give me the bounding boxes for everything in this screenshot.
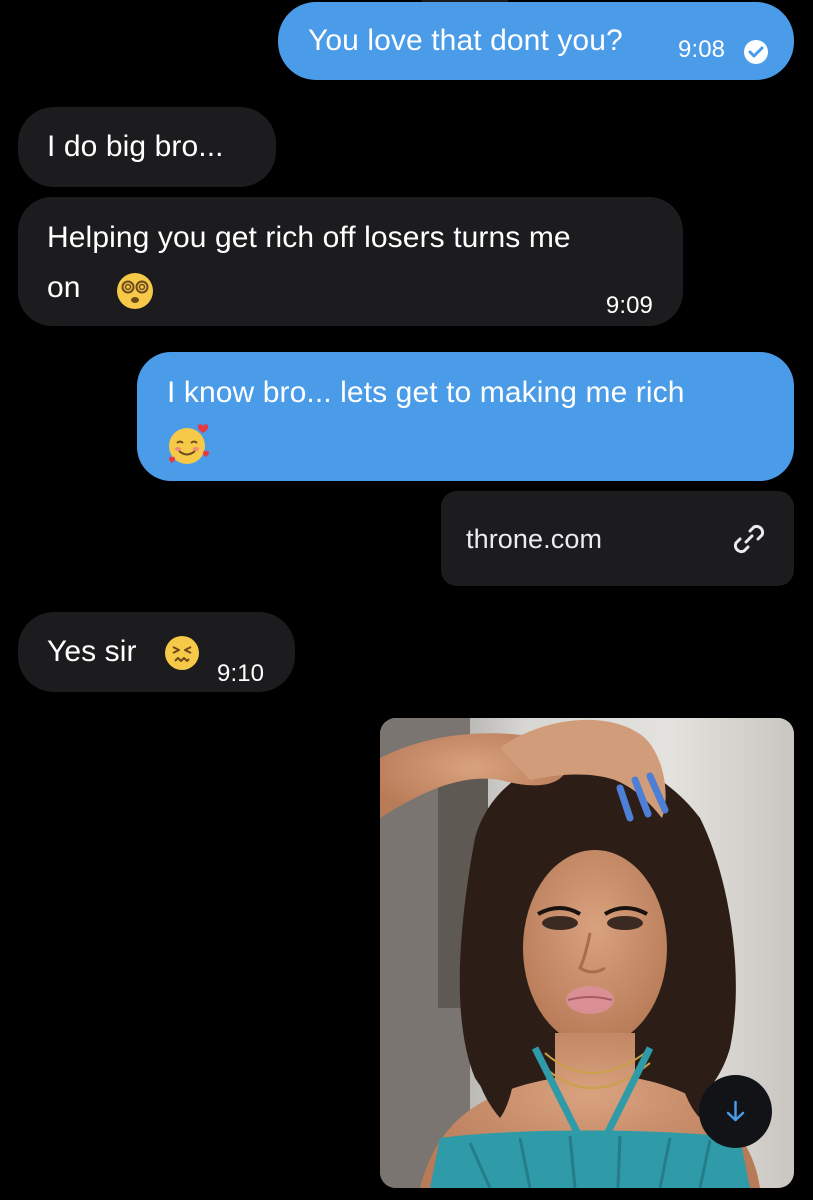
message-text: You love that dont you? [308, 24, 623, 57]
message-time: 9:09 [605, 292, 653, 319]
message-text-line: on [47, 271, 81, 304]
message-text: Yes sir [47, 635, 137, 668]
message-time: 9:10 [217, 660, 265, 687]
message-incoming[interactable]: Yes sir 9:10 [18, 612, 295, 692]
message-incoming[interactable]: I do big bro... [18, 107, 276, 187]
link-icon[interactable] [731, 521, 767, 573]
message-time: 9:08 [678, 36, 726, 63]
smiling-face-with-hearts-emoji-icon [167, 422, 213, 482]
message-outgoing[interactable]: I know bro... lets get to making me rich [137, 352, 794, 481]
confounded-face-emoji-icon [164, 635, 200, 687]
download-button[interactable] [699, 1075, 772, 1148]
message-outgoing[interactable]: You love that dont you? 9:08 [278, 2, 794, 80]
link-card[interactable]: throne.com [441, 491, 794, 586]
link-domain: throne.com [466, 524, 603, 554]
read-check-icon [744, 40, 768, 64]
message-incoming[interactable]: Helping you get rich off losers turns me… [18, 197, 683, 326]
message-text-line: I know bro... lets get to making me rich [167, 376, 685, 409]
dizzy-face-emoji-icon [116, 272, 154, 326]
arrow-down-icon [726, 1100, 745, 1122]
message-text: I do big bro... [47, 130, 224, 163]
message-text-line: Helping you get rich off losers turns me [47, 221, 571, 254]
